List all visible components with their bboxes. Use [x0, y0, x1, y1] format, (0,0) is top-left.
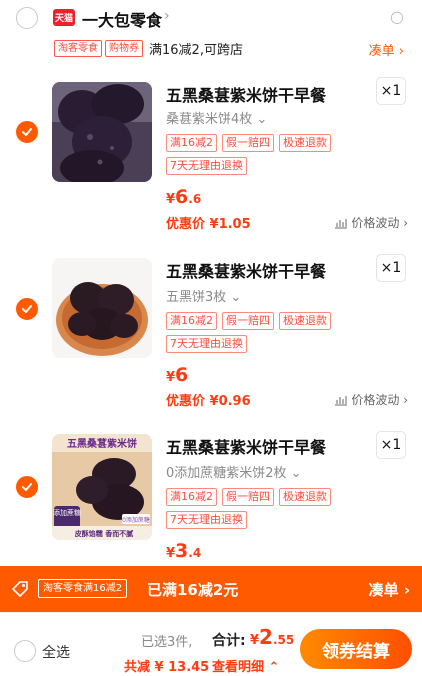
- service-tag: 极速退款: [279, 134, 331, 152]
- service-tag: 极速退款: [279, 312, 331, 330]
- item-select-radio[interactable]: [16, 121, 38, 143]
- service-tags: 满16减2 假一赔四 极速退款 7天无理由退换: [166, 488, 356, 529]
- item-select-radio[interactable]: [16, 476, 38, 498]
- service-tag: 7天无理由退换: [166, 511, 247, 529]
- promo-bar-text: 已满16减2元: [147, 581, 239, 599]
- shop-name[interactable]: 一大包零食: [82, 7, 162, 31]
- svg-text:添加蔗糖: 添加蔗糖: [53, 508, 81, 517]
- promo-bar-add-on-link[interactable]: 凑单 ›: [369, 579, 410, 600]
- svg-text:皮酥馅糯 香而不腻: 皮酥馅糯 香而不腻: [74, 529, 133, 538]
- check-icon: [22, 305, 32, 313]
- discount-price: 优惠价 ¥0.96: [166, 394, 251, 409]
- product-image[interactable]: [52, 82, 152, 182]
- quantity-button[interactable]: ×1: [376, 431, 406, 459]
- service-tag: 假一赔四: [222, 134, 274, 152]
- service-tag: 假一赔四: [222, 312, 274, 330]
- item-price: ¥6: [166, 364, 189, 386]
- sku-selector[interactable]: 五黑饼3枚 ⌄: [166, 286, 241, 305]
- service-tag: 7天无理由退换: [166, 157, 247, 175]
- tmall-badge: 天猫: [53, 9, 75, 26]
- check-icon: [22, 483, 32, 491]
- promo-tag: 购物券: [105, 39, 143, 57]
- total-label: 合计:: [212, 633, 246, 649]
- service-tag: 满16减2: [166, 134, 217, 152]
- quantity-button[interactable]: ×1: [376, 77, 406, 105]
- service-tag: 满16减2: [166, 312, 217, 330]
- service-tag: 假一赔四: [222, 488, 274, 506]
- service-tags: 满16减2 假一赔四 极速退款 7天无理由退换: [166, 312, 356, 353]
- coupon-tag-icon: [12, 581, 28, 597]
- promo-text: 满16减2,可跨店: [149, 42, 243, 58]
- item-price: ¥6.6: [166, 186, 202, 208]
- shop-header: 天猫 一大包零食 › ○: [0, 0, 422, 36]
- selected-count: 已选3件,: [141, 635, 193, 650]
- shop-select-radio[interactable]: [16, 7, 38, 29]
- discount-price: 优惠价 ¥1.05: [166, 217, 251, 232]
- chevron-right-icon[interactable]: ›: [164, 8, 170, 24]
- price-trend-link[interactable]: 价格波动 ›: [334, 214, 408, 231]
- quantity-button[interactable]: ×1: [376, 254, 406, 282]
- promo-bar: 淘客零食满16减2 已满16减2元 凑单 ›: [0, 566, 422, 612]
- product-image[interactable]: 五黑桑葚紫米饼 添加蔗糖 皮酥馅糯 香而不腻 0添加蔗糖: [52, 434, 152, 540]
- total-amount: ¥2.55: [250, 625, 295, 649]
- select-all-radio[interactable]: [14, 640, 36, 662]
- service-tag: 极速退款: [279, 488, 331, 506]
- sku-selector[interactable]: 桑葚紫米饼4枚 ⌄: [166, 108, 267, 127]
- svg-text:0添加蔗糖: 0添加蔗糖: [122, 516, 150, 524]
- checkout-bar: 全选 已选3件, 合计: ¥2.55 共减 ¥ 13.45 查看明细 ⌃ 领券结…: [0, 612, 422, 676]
- chart-icon: [335, 395, 348, 406]
- service-tag: 7天无理由退换: [166, 335, 247, 353]
- svg-text:五黑桑葚紫米饼: 五黑桑葚紫米饼: [67, 437, 137, 450]
- select-all-label[interactable]: 全选: [42, 642, 70, 662]
- product-title[interactable]: 五黑桑葚紫米饼干早餐: [166, 82, 326, 106]
- check-icon: [22, 128, 32, 136]
- checkout-button[interactable]: 领券结算: [300, 629, 412, 669]
- total-saving: 共减 ¥ 13.45: [124, 660, 210, 675]
- service-tags: 满16减2 假一赔四 极速退款 7天无理由退换: [166, 134, 356, 175]
- add-on-link[interactable]: 凑单 ›: [369, 40, 404, 59]
- promo-bar-tag: 淘客零食满16减2: [38, 579, 128, 598]
- product-title[interactable]: 五黑桑葚紫米饼干早餐: [166, 434, 326, 458]
- item-select-radio[interactable]: [16, 298, 38, 320]
- item-price: ¥3.4: [166, 540, 202, 562]
- sku-selector[interactable]: 0添加蔗糖紫米饼2枚 ⌄: [166, 462, 302, 481]
- product-title[interactable]: 五黑桑葚紫米饼干早餐: [166, 258, 326, 282]
- promo-tag: 淘客零食: [54, 39, 102, 57]
- chart-icon: [335, 218, 348, 229]
- shop-promo-row: 淘客零食 购物券 满16减2,可跨店: [54, 38, 243, 58]
- view-detail-link[interactable]: 查看明细 ⌃: [212, 656, 279, 675]
- service-tag: 满16减2: [166, 488, 217, 506]
- product-image[interactable]: [52, 258, 152, 358]
- price-trend-link[interactable]: 价格波动 ›: [334, 391, 408, 408]
- shop-more-icon[interactable]: ○: [390, 7, 404, 26]
